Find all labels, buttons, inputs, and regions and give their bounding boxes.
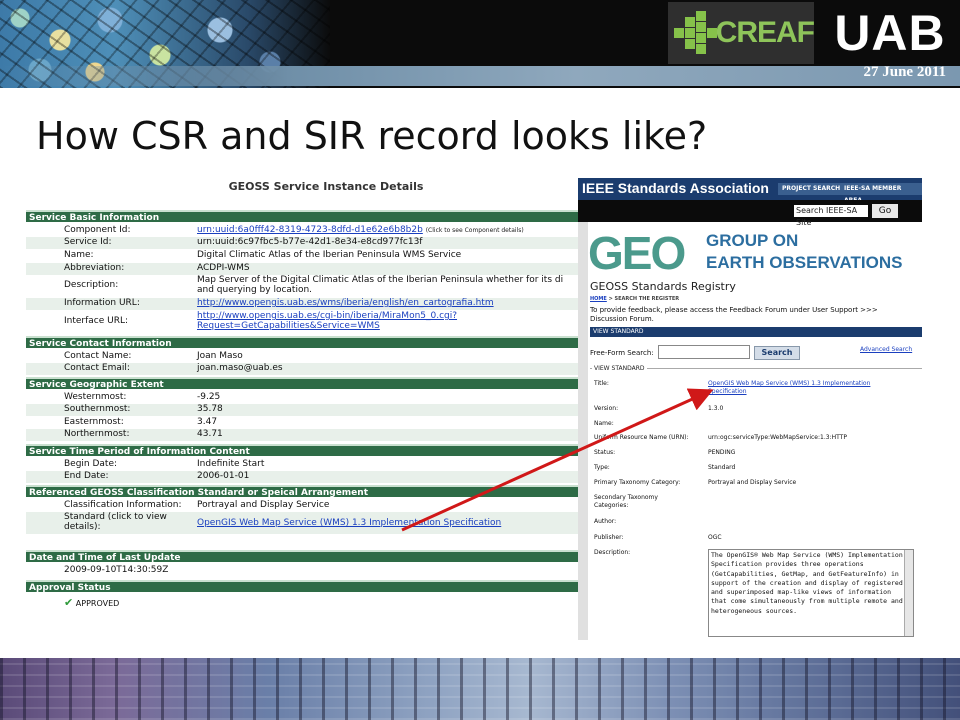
- footer-city-image: [0, 658, 960, 720]
- annotation-arrow: [401, 388, 714, 532]
- arrow-line: [401, 388, 714, 532]
